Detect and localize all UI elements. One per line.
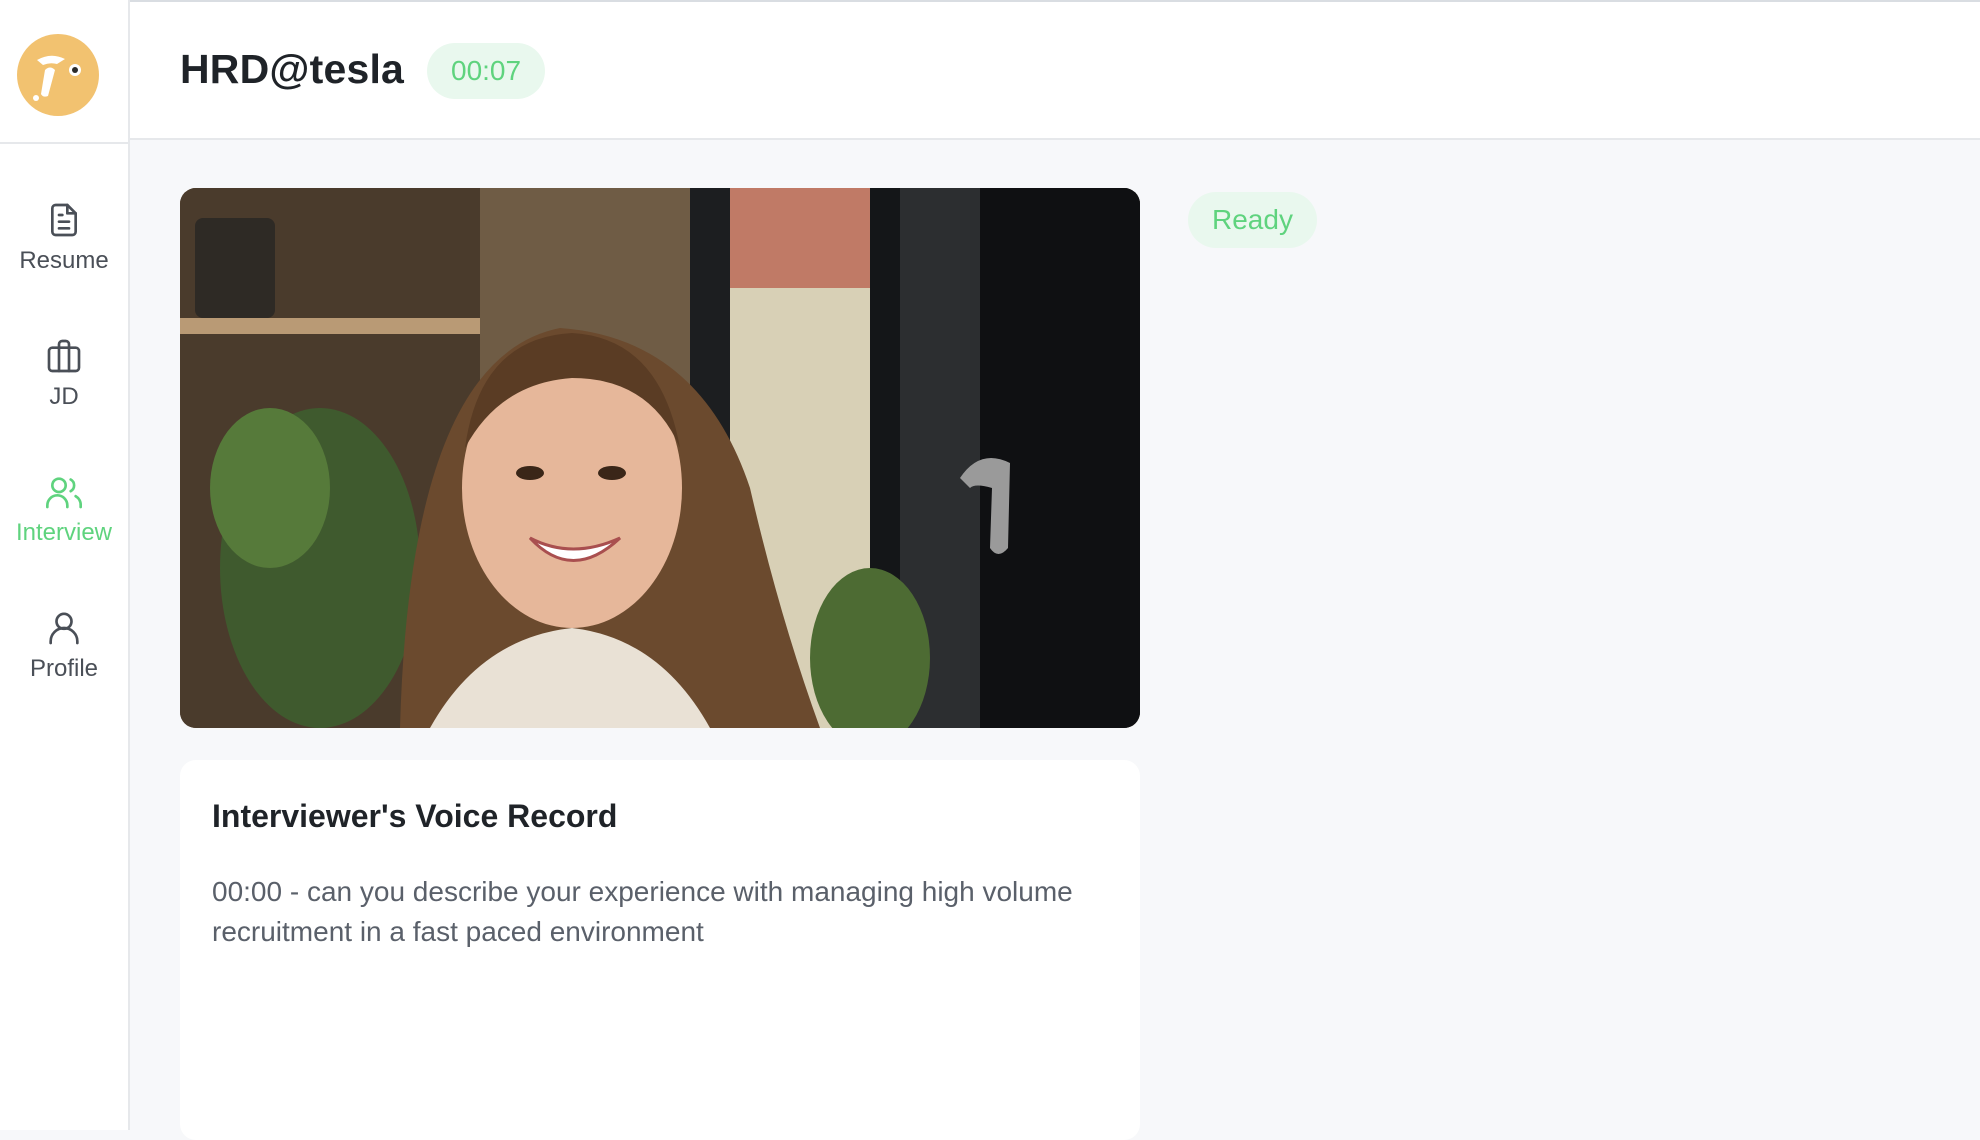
sidebar-item-label: Profile	[29, 655, 99, 682]
voice-record-entry: 00:00 - can you describe your experience…	[212, 876, 1073, 947]
user-icon	[49, 612, 79, 645]
voice-record-card: Interviewer's Voice Record 00:00 - can y…	[180, 760, 1140, 1140]
logo-area	[0, 2, 128, 144]
candidate-video-frame	[180, 188, 1140, 728]
voice-record-title: Interviewer's Voice Record	[212, 798, 618, 834]
sidebar-item-jd[interactable]: JD	[0, 336, 128, 446]
sidebar-item-label: Interview	[15, 519, 113, 546]
document-icon	[51, 203, 77, 237]
sidebar-item-interview[interactable]: Interview	[0, 472, 128, 582]
candidate-video	[180, 188, 1140, 728]
users-icon	[46, 477, 82, 509]
header: HRD@tesla 00:07	[130, 2, 1980, 140]
rabbit-logo-icon[interactable]	[17, 34, 99, 116]
sidebar-item-profile[interactable]: Profile	[0, 608, 128, 718]
sidebar-item-resume[interactable]: Resume	[0, 200, 128, 310]
page-title: HRD@tesla	[180, 46, 405, 92]
sidebar-item-label: JD	[49, 383, 79, 410]
timer-badge: 00:07	[427, 43, 546, 99]
sidebar: Resume JD Interview Profile	[0, 0, 130, 1130]
briefcase-icon	[47, 339, 81, 373]
sidebar-item-label: Resume	[19, 247, 109, 274]
status-badge: Ready	[1188, 192, 1317, 248]
